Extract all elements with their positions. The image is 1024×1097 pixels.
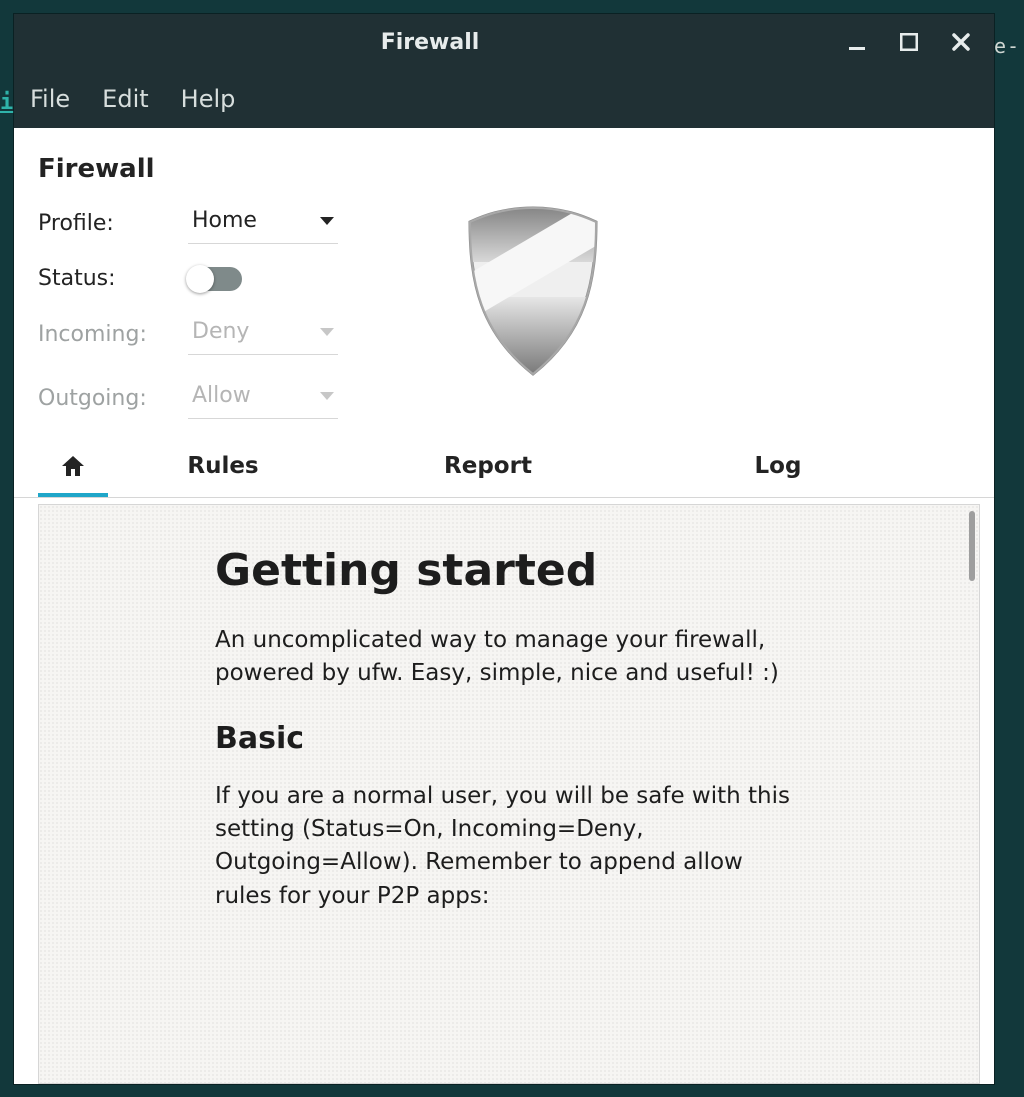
- outgoing-value: Allow: [192, 383, 251, 408]
- profile-value: Home: [192, 208, 257, 233]
- close-button[interactable]: [950, 31, 972, 53]
- getting-started-doc: Getting started An uncomplicated way to …: [39, 505, 979, 913]
- tab-report[interactable]: Report: [338, 439, 638, 497]
- minimize-button[interactable]: [846, 31, 868, 53]
- doc-basic-text: If you are a normal user, you will be sa…: [215, 780, 805, 913]
- outgoing-label: Outgoing:: [38, 386, 188, 411]
- status-label: Status:: [38, 266, 188, 291]
- menu-edit[interactable]: Edit: [100, 81, 150, 117]
- minimize-icon: [847, 32, 867, 52]
- menu-help[interactable]: Help: [179, 81, 238, 117]
- chevron-down-icon: [320, 392, 334, 400]
- window-title: Firewall: [14, 30, 846, 55]
- shield-icon: [458, 202, 608, 419]
- tab-log[interactable]: Log: [638, 439, 918, 497]
- maximize-icon: [900, 33, 918, 51]
- titlebar: Firewall: [14, 14, 994, 70]
- background-window-fragment-left: i: [0, 90, 14, 120]
- firewall-window: Firewall File Edit Help Firewall: [14, 14, 994, 1084]
- toggle-knob: [186, 265, 214, 293]
- profile-select[interactable]: Home: [188, 202, 338, 244]
- maximize-button[interactable]: [898, 31, 920, 53]
- close-icon: [951, 32, 971, 52]
- background-window-fragment-right: e-: [994, 34, 1024, 56]
- window-controls: [846, 31, 994, 53]
- page-title: Firewall: [14, 150, 994, 202]
- home-icon: [60, 454, 86, 478]
- tab-home[interactable]: [38, 440, 108, 496]
- menu-file[interactable]: File: [28, 81, 72, 117]
- settings-section: Profile: Home Status: Incoming: Deny: [14, 202, 994, 439]
- outgoing-select: Allow: [188, 377, 338, 419]
- chevron-down-icon: [320, 217, 334, 225]
- menubar: File Edit Help: [14, 70, 994, 128]
- doc-heading: Getting started: [215, 545, 925, 596]
- tab-rules[interactable]: Rules: [108, 439, 338, 497]
- status-toggle[interactable]: [188, 267, 242, 291]
- tabs: Rules Report Log: [14, 439, 994, 498]
- doc-subheading-basic: Basic: [215, 721, 925, 756]
- chevron-down-icon: [320, 328, 334, 336]
- incoming-label: Incoming:: [38, 322, 188, 347]
- incoming-value: Deny: [192, 319, 249, 344]
- profile-label: Profile:: [38, 211, 188, 236]
- doc-intro: An uncomplicated way to manage your fire…: [215, 624, 805, 691]
- content-area: Firewall Profile: Home Status: Incoming:: [14, 128, 994, 1084]
- home-panel: Getting started An uncomplicated way to …: [38, 504, 980, 1084]
- incoming-select: Deny: [188, 313, 338, 355]
